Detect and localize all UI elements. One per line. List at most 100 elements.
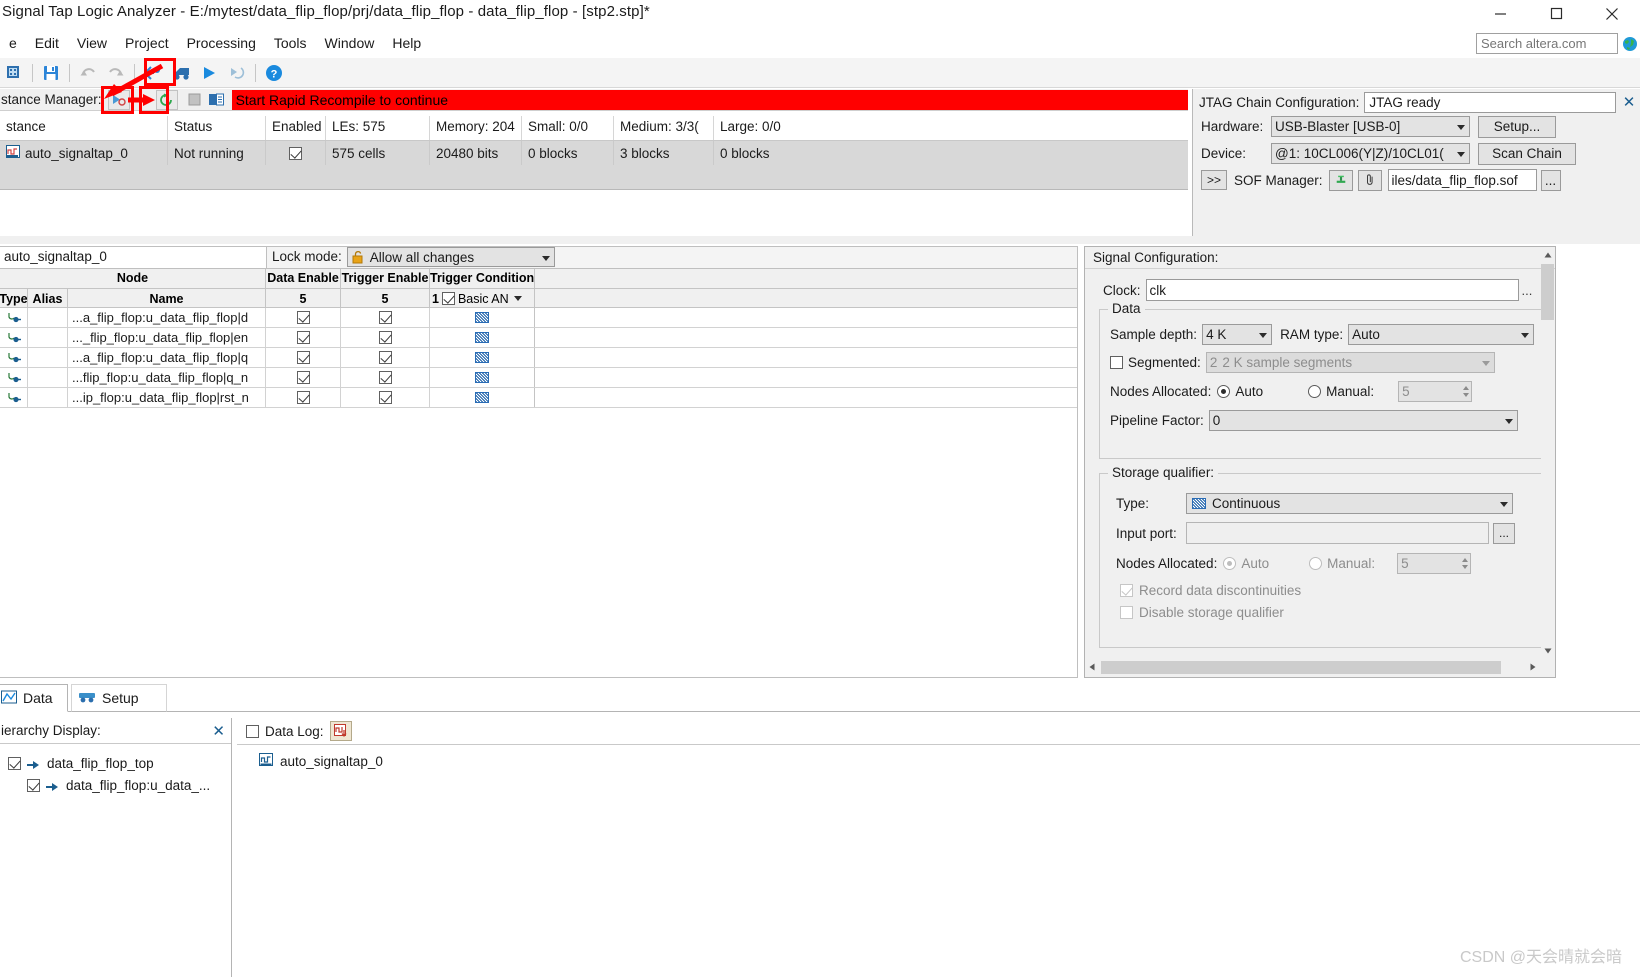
node-data-enable-checkbox[interactable] (266, 348, 341, 367)
scan-chain-button[interactable]: Scan Chain (1478, 142, 1576, 165)
undo-icon[interactable] (75, 60, 101, 86)
expand-sof-button[interactable]: >> (1201, 170, 1227, 190)
table-row[interactable]: ...a_flip_flop:u_data_flip_flop|d (0, 308, 1077, 328)
node-data-enable-checkbox[interactable] (266, 368, 341, 387)
menu-window[interactable]: Window (316, 33, 384, 53)
stepper-up-icon[interactable] (1463, 386, 1470, 390)
node-trigger-condition-cell[interactable] (430, 348, 535, 367)
node-trigger-enable-checkbox[interactable] (341, 368, 430, 387)
table-row[interactable]: auto_signaltap_0 Not running 575 cells 2… (0, 141, 1188, 165)
tab-setup[interactable]: Setup (71, 684, 167, 712)
trigger-condition-selector[interactable]: 1 Basic AN (430, 289, 535, 307)
node-trigger-condition-cell[interactable] (430, 368, 535, 387)
table-row[interactable]: ..._flip_flop:u_data_flip_flop|en (0, 328, 1077, 348)
device-select[interactable]: @1: 10CL006(Y|Z)/10CL01( (1271, 143, 1470, 164)
hierarchy-close-icon[interactable]: ✕ (212, 722, 225, 740)
node-data-enable-checkbox[interactable] (266, 328, 341, 347)
nodes-manual-stepper[interactable]: 5 (1398, 381, 1473, 402)
menu-file[interactable]: e (0, 33, 26, 53)
table-row[interactable]: ...a_flip_flop:u_data_flip_flop|q (0, 348, 1077, 368)
minimize-icon[interactable] (1472, 0, 1528, 27)
node-trigger-enable-checkbox[interactable] (341, 388, 430, 407)
search-input[interactable]: Search altera.com (1476, 33, 1618, 54)
new-project-icon[interactable] (1, 60, 27, 86)
scroll-up-icon[interactable] (1541, 248, 1554, 262)
sq-nodes-manual-radio[interactable] (1309, 557, 1323, 570)
jtag-close-icon[interactable]: ✕ (1622, 93, 1636, 111)
clock-input[interactable]: clk (1145, 279, 1519, 301)
trigger-condition-checkbox[interactable] (441, 292, 455, 305)
segmented-checkbox[interactable] (1110, 356, 1123, 369)
stepper-down-icon[interactable] (1463, 393, 1470, 397)
sq-type-select[interactable]: Continuous (1186, 493, 1513, 514)
menu-help[interactable]: Help (383, 33, 430, 53)
clock-browse-button[interactable]: ... (1522, 283, 1533, 298)
sq-input-port-browse-button[interactable]: ... (1493, 522, 1515, 544)
signal-config-horizontal-scrollbar[interactable] (1085, 659, 1540, 676)
sample-depth-select[interactable]: 4 K (1202, 324, 1273, 345)
sof-path-field[interactable]: iles/data_flip_flop.sof (1387, 169, 1537, 191)
compile-icon[interactable] (140, 60, 166, 86)
tree-checkbox[interactable] (8, 756, 21, 770)
hardware-select[interactable]: USB-Blaster [USB-0] (1271, 116, 1470, 137)
sq-input-port-field[interactable] (1186, 522, 1489, 544)
menu-project[interactable]: Project (116, 33, 178, 53)
signal-config-vertical-scrollbar[interactable] (1541, 248, 1554, 658)
data-log-checkbox[interactable] (246, 724, 259, 738)
nodes-manual-radio[interactable] (1308, 385, 1322, 398)
menu-view[interactable]: View (68, 33, 116, 53)
tree-item-data-flip-flop-top[interactable]: data_flip_flop_top (0, 752, 231, 774)
record-discontinuities-checkbox[interactable] (1120, 584, 1133, 597)
setup-button[interactable]: Setup... (1478, 115, 1556, 138)
tree-checkbox[interactable] (27, 778, 40, 792)
autorun-analysis-icon[interactable] (224, 60, 250, 86)
save-icon[interactable] (38, 60, 64, 86)
stepper-up-icon[interactable] (1462, 558, 1469, 562)
close-icon[interactable] (1584, 0, 1640, 27)
list-item[interactable]: auto_signaltap_0 (237, 749, 1640, 773)
pipeline-factor-select[interactable]: 0 (1208, 410, 1518, 431)
node-trigger-condition-cell[interactable] (430, 388, 535, 407)
data-log-icon[interactable] (329, 721, 352, 741)
maximize-icon[interactable] (1528, 0, 1584, 27)
im-rapid-recompile-icon[interactable] (155, 89, 178, 110)
node-trigger-enable-checkbox[interactable] (341, 308, 430, 327)
scroll-down-icon[interactable] (1541, 644, 1554, 658)
sq-nodes-auto-radio[interactable] (1223, 557, 1237, 570)
sof-program-icon[interactable] (1328, 169, 1353, 191)
scroll-left-icon[interactable] (1085, 660, 1099, 674)
instance-enabled-checkbox[interactable] (266, 141, 326, 165)
nodes-auto-radio[interactable] (1217, 385, 1231, 398)
sq-nodes-manual-stepper[interactable]: 5 (1397, 553, 1472, 574)
chevron-down-icon[interactable] (513, 296, 522, 301)
im-stop-icon[interactable] (184, 90, 206, 110)
stepper-down-icon[interactable] (1462, 565, 1469, 569)
menu-tools[interactable]: Tools (265, 33, 316, 53)
menu-edit[interactable]: Edit (26, 33, 68, 53)
help-icon[interactable]: ? (261, 60, 287, 86)
node-trigger-enable-checkbox[interactable] (341, 328, 430, 347)
sof-browse-button[interactable]: ... (1540, 169, 1561, 191)
disable-storage-qualifier-checkbox[interactable] (1120, 606, 1133, 619)
table-row[interactable]: ...ip_flop:u_data_flip_flop|rst_n (0, 388, 1077, 408)
node-data-enable-checkbox[interactable] (266, 308, 341, 327)
programmer-icon[interactable] (168, 60, 194, 86)
node-data-enable-checkbox[interactable] (266, 388, 341, 407)
im-run-analysis-icon[interactable] (107, 89, 130, 110)
tab-data[interactable]: Data (0, 684, 68, 712)
ram-type-select[interactable]: Auto (1348, 324, 1535, 345)
table-row[interactable]: ...flip_flop:u_data_flip_flop|q_n (0, 368, 1077, 388)
sof-attach-icon[interactable] (1357, 169, 1382, 191)
tree-item-data-flip-flop-inst[interactable]: data_flip_flop:u_data_... (0, 774, 231, 796)
scroll-right-icon[interactable] (1526, 660, 1540, 674)
menu-processing[interactable]: Processing (178, 33, 265, 53)
scrollbar-thumb[interactable] (1101, 661, 1501, 674)
node-trigger-enable-checkbox[interactable] (341, 348, 430, 367)
lock-mode-select[interactable]: Allow all changes (346, 247, 555, 267)
horizontal-splitter[interactable] (0, 236, 1640, 244)
node-trigger-condition-cell[interactable] (430, 308, 535, 327)
node-trigger-condition-cell[interactable] (430, 328, 535, 347)
run-analysis-icon[interactable] (196, 60, 222, 86)
scrollbar-thumb[interactable] (1541, 264, 1554, 320)
redo-icon[interactable] (103, 60, 129, 86)
